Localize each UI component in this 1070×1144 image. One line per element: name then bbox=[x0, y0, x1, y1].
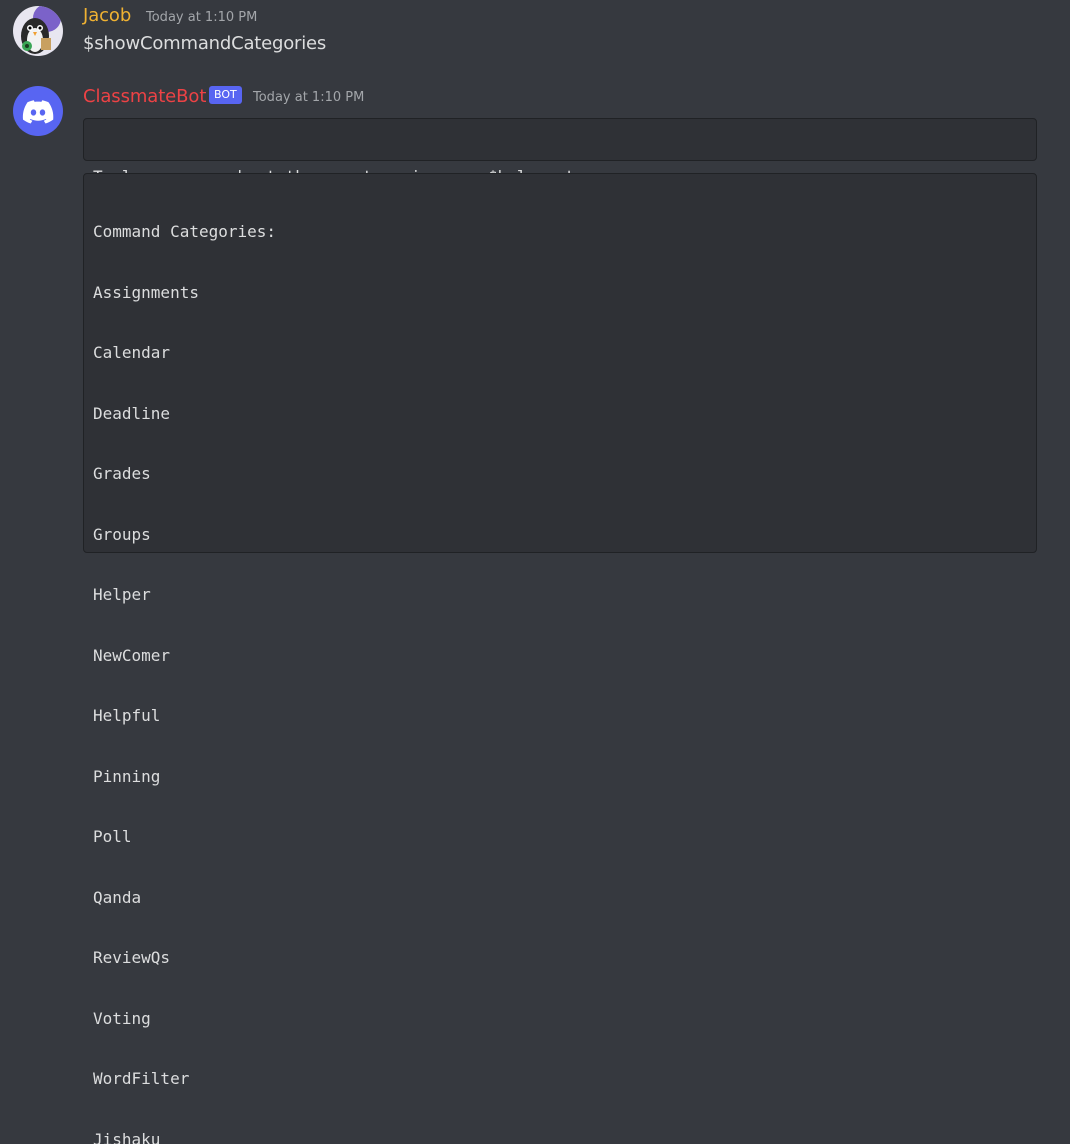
code-line: Calendar bbox=[93, 342, 1027, 365]
code-line: Helper bbox=[93, 584, 1027, 607]
code-line: ReviewQs bbox=[93, 947, 1027, 970]
code-line: Deadline bbox=[93, 403, 1027, 426]
code-line: Helpful bbox=[93, 705, 1027, 728]
code-line: NewComer bbox=[93, 645, 1027, 668]
message-timestamp: Today at 1:10 PM bbox=[146, 10, 257, 25]
author-name[interactable]: Jacob bbox=[83, 5, 131, 26]
code-line: Poll bbox=[93, 826, 1027, 849]
code-line: Grades bbox=[93, 463, 1027, 486]
author-name[interactable]: ClassmateBot bbox=[83, 86, 206, 107]
bot-tag-badge: BOT bbox=[209, 86, 242, 104]
message-content: $showCommandCategories bbox=[83, 33, 326, 54]
code-line: Voting bbox=[93, 1008, 1027, 1031]
bot-avatar[interactable] bbox=[13, 86, 63, 136]
penguin-icon bbox=[13, 6, 63, 56]
code-line: Assignments bbox=[93, 282, 1027, 305]
code-block-help-hint: To learn more about these categories run… bbox=[83, 118, 1037, 161]
code-line: Groups bbox=[93, 524, 1027, 547]
code-line: Command Categories: bbox=[93, 221, 1027, 244]
user-avatar[interactable] bbox=[13, 6, 63, 56]
code-line: Pinning bbox=[93, 766, 1027, 789]
discord-logo-icon bbox=[13, 86, 63, 136]
code-block-categories: Command Categories: Assignments Calendar… bbox=[83, 173, 1037, 553]
message-timestamp: Today at 1:10 PM bbox=[253, 90, 364, 105]
code-line: Qanda bbox=[93, 887, 1027, 910]
code-line: WordFilter bbox=[93, 1068, 1027, 1091]
code-line: Jishaku bbox=[93, 1129, 1027, 1144]
